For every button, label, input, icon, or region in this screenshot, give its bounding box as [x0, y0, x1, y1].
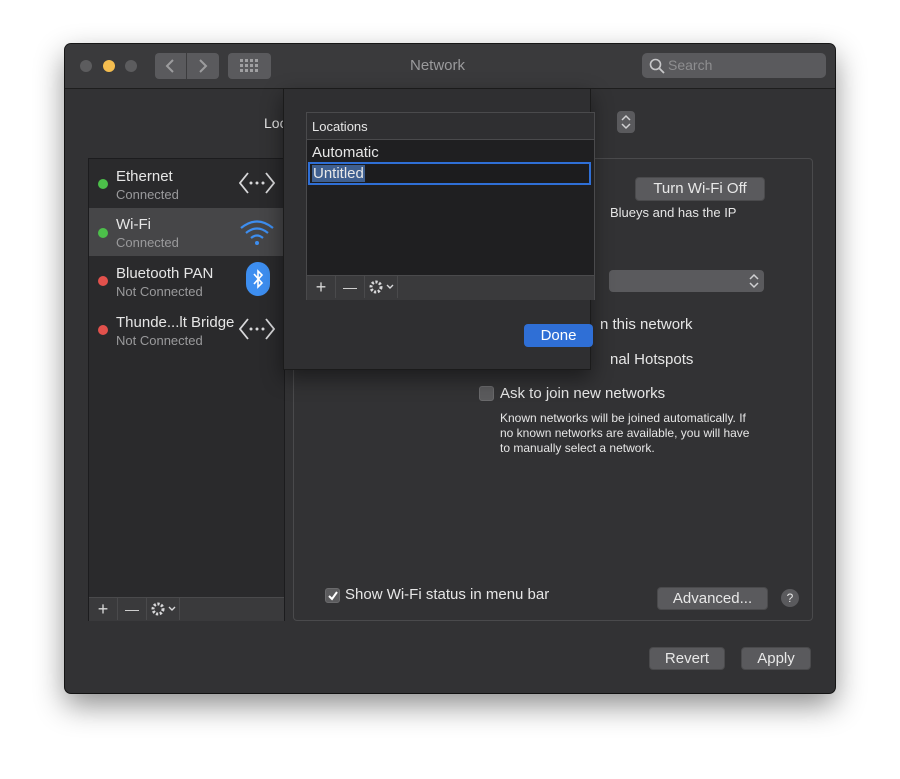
turn-wifi-off-button[interactable]: Turn Wi-Fi Off — [635, 177, 765, 201]
desc-line: no known networks are available, you wil… — [500, 426, 750, 440]
thunderbolt-bridge-icon — [239, 318, 275, 340]
service-actions-menu[interactable] — [147, 598, 180, 620]
search-icon — [649, 58, 665, 74]
search-placeholder: Search — [668, 57, 713, 73]
status-dot — [98, 325, 108, 335]
service-item-wifi[interactable]: Wi-Fi Connected — [89, 208, 284, 256]
location-name-edit-field[interactable]: Untitled — [312, 165, 365, 182]
status-dot — [98, 179, 108, 189]
back-button[interactable] — [155, 53, 187, 79]
remove-location-button[interactable]: — — [336, 276, 365, 298]
locations-toolbar: + — — [307, 275, 594, 300]
locations-table-header: Locations — [307, 113, 594, 140]
wifi-icon — [240, 220, 274, 245]
gear-icon — [151, 602, 176, 616]
service-status: Not Connected — [116, 333, 203, 348]
advanced-button[interactable]: Advanced... — [657, 587, 768, 610]
service-status: Not Connected — [116, 284, 203, 299]
status-dot — [98, 228, 108, 238]
ask-join-label: Ask to join new networks — [500, 385, 666, 402]
service-item-thunderbolt-bridge[interactable]: Thunde...lt Bridge Not Connected — [89, 305, 284, 353]
title-bar: Network Search — [65, 44, 835, 89]
updown-chevron-icon — [621, 114, 631, 130]
add-location-button[interactable]: + — [307, 276, 336, 298]
location-actions-menu[interactable] — [365, 276, 398, 298]
location-popup-stepper[interactable] — [617, 111, 635, 133]
service-name: Bluetooth PAN — [116, 265, 214, 282]
sidebar-toolbar: + — — [89, 597, 284, 621]
done-button[interactable]: Done — [524, 324, 593, 347]
network-name-popup[interactable] — [609, 270, 764, 292]
bluetooth-icon — [246, 262, 270, 296]
checkmark-icon — [328, 591, 338, 601]
chevron-right-icon — [199, 59, 208, 73]
service-list[interactable]: Ethernet Connected Wi-Fi Connected Bluet… — [88, 158, 285, 621]
locations-table[interactable]: Locations Automatic Untitled + — — [306, 112, 595, 300]
service-name: Wi-Fi — [116, 216, 151, 233]
search-field[interactable]: Search — [642, 53, 826, 78]
remove-service-button[interactable]: — — [118, 598, 147, 620]
minimize-window-button[interactable] — [103, 60, 115, 72]
forward-button[interactable] — [187, 53, 219, 79]
show-all-button[interactable] — [228, 53, 271, 79]
ethernet-icon — [239, 172, 275, 194]
location-row-automatic[interactable]: Automatic — [307, 141, 594, 163]
hotspots-label: nal Hotspots — [610, 351, 694, 368]
nav-button-group — [155, 53, 219, 79]
ip-status-text: Blueys and has the IP — [610, 205, 737, 220]
grid-icon — [240, 59, 258, 72]
ask-join-checkbox[interactable] — [479, 386, 494, 401]
service-name: Ethernet — [116, 168, 173, 185]
updown-chevron-icon — [749, 273, 759, 289]
revert-button[interactable]: Revert — [649, 647, 725, 670]
service-name: Thunde...lt Bridge — [116, 314, 235, 331]
locations-header-label: Locations — [312, 119, 368, 134]
service-status: Connected — [116, 187, 179, 202]
location-name: Automatic — [312, 144, 379, 161]
help-button[interactable]: ? — [781, 589, 799, 607]
auto-join-label: n this network — [600, 316, 693, 333]
desc-line: Known networks will be joined automatica… — [500, 411, 746, 425]
locations-sheet: Locations Automatic Untitled + — Done — [283, 88, 595, 370]
service-status: Connected — [116, 235, 179, 250]
add-service-button[interactable]: + — [89, 598, 118, 620]
status-dot — [98, 276, 108, 286]
service-item-bluetooth-pan[interactable]: Bluetooth PAN Not Connected — [89, 256, 284, 304]
ask-join-description: Known networks will be joined automatica… — [500, 411, 749, 456]
chevron-left-icon — [165, 59, 174, 73]
service-item-ethernet[interactable]: Ethernet Connected — [89, 159, 284, 207]
network-window: Network Search Loc Ethernet Connected Wi… — [65, 44, 835, 693]
desc-line: to manually select a network. — [500, 441, 655, 455]
zoom-window-button[interactable] — [125, 60, 137, 72]
apply-button[interactable]: Apply — [741, 647, 811, 670]
close-window-button[interactable] — [80, 60, 92, 72]
location-row-untitled[interactable]: Untitled — [308, 162, 591, 185]
show-wifi-status-label: Show Wi-Fi status in menu bar — [345, 586, 550, 603]
show-wifi-status-checkbox[interactable] — [325, 588, 340, 603]
gear-icon — [369, 280, 394, 294]
window-title: Network — [410, 57, 466, 74]
